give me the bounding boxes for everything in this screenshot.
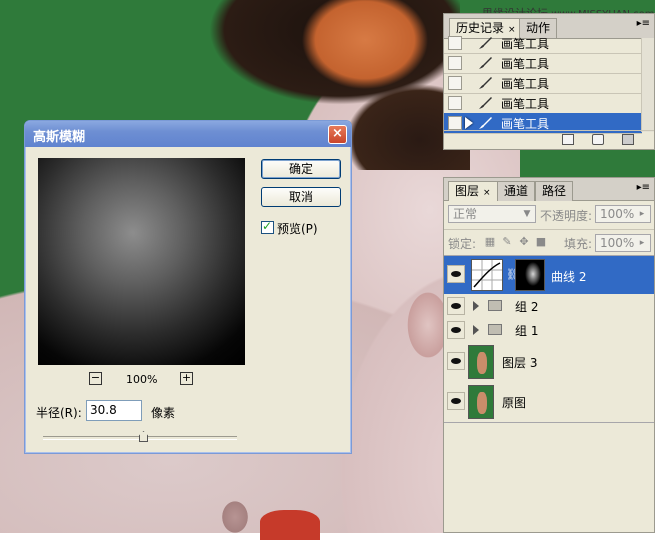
brush-icon	[479, 97, 492, 109]
dialog-title: 高斯模糊	[33, 130, 86, 145]
expand-triangle-icon[interactable]	[473, 301, 479, 311]
layer-name: 曲线 2	[551, 270, 587, 284]
panel-menu-icon[interactable]: ▸≡	[637, 183, 650, 193]
brush-icon	[479, 77, 492, 89]
opacity-label: 不透明度:	[540, 209, 593, 223]
expand-triangle-icon[interactable]	[473, 325, 479, 335]
brush-icon	[479, 57, 492, 69]
tab-layers[interactable]: 图层 ×	[448, 181, 498, 201]
new-document-icon[interactable]	[562, 134, 574, 145]
history-source-checkbox[interactable]	[448, 36, 462, 50]
cancel-button[interactable]: 取消	[261, 187, 341, 207]
panel-menu-icon[interactable]: ▸≡	[637, 19, 650, 29]
lock-move-icon[interactable]: ✥	[518, 236, 530, 248]
fill-label: 填充:	[564, 237, 593, 251]
history-state-marker[interactable]	[465, 117, 473, 129]
layer-row[interactable]: 组 1	[444, 318, 654, 343]
chevron-right-icon: ▸	[639, 209, 645, 219]
layer-row[interactable]: 原图	[444, 382, 654, 423]
history-scrollbar[interactable]	[641, 38, 654, 132]
history-panel: 历史记录 × 动作 ▸≡ 画笔工具 画笔工具 画笔工具 画笔工具 画笔工具	[443, 13, 655, 150]
camera-icon[interactable]	[592, 134, 604, 145]
layer-name: 组 1	[515, 324, 539, 338]
history-item[interactable]: 画笔工具	[444, 93, 642, 114]
eye-icon[interactable]	[447, 265, 465, 283]
history-source-checkbox[interactable]	[448, 116, 462, 130]
photo-red-cloth	[260, 510, 320, 540]
layers-panel: 图层 × 通道 路径 ▸≡ 正常 ▼ 不透明度: 100% ▸ 锁定: ▦ ✎ ✥…	[443, 177, 655, 533]
radius-label: 半径(R):	[36, 406, 82, 420]
fill-input[interactable]: 100% ▸	[595, 234, 651, 252]
radius-slider-thumb[interactable]	[139, 431, 148, 442]
zoom-level: 100%	[126, 373, 158, 386]
blur-preview[interactable]	[38, 158, 245, 365]
eye-icon[interactable]	[447, 392, 465, 410]
layer-thumbnail	[468, 345, 494, 379]
blend-mode-select[interactable]: 正常 ▼	[448, 205, 536, 223]
chevron-right-icon: ▸	[639, 238, 645, 248]
layer-name: 原图	[502, 396, 527, 410]
curves-adjustment-thumbnail	[471, 259, 503, 291]
lock-transparency-icon[interactable]: ▦	[484, 236, 496, 248]
history-list: 画笔工具 画笔工具 画笔工具 画笔工具 画笔工具	[444, 33, 642, 134]
layers-list: ⛓ 曲线 2 组 2 组 1 图层 3 原图	[444, 255, 654, 532]
lock-all-icon[interactable]: ■	[535, 236, 547, 248]
blend-row: 正常 ▼ 不透明度: 100% ▸	[444, 202, 654, 228]
brush-icon	[479, 37, 492, 49]
close-icon[interactable]: ×	[483, 188, 491, 198]
lock-row: 锁定: ▦ ✎ ✥ ■ 填充: 100% ▸	[444, 229, 654, 256]
preview-label[interactable]: 预览(P)	[277, 220, 318, 237]
layer-mask-thumbnail[interactable]	[515, 259, 545, 291]
close-button[interactable]: ×	[328, 125, 347, 144]
ok-button[interactable]: 确定	[261, 159, 341, 179]
history-item[interactable]: 画笔工具	[444, 53, 642, 74]
layer-name: 图层 3	[502, 356, 538, 370]
dialog-titlebar[interactable]: 高斯模糊 ×	[25, 121, 351, 147]
history-item[interactable]: 画笔工具	[444, 73, 642, 94]
brush-icon	[479, 117, 492, 129]
preview-checkbox[interactable]	[261, 219, 274, 234]
history-footer	[444, 130, 654, 149]
radius-input[interactable]: 30.8	[86, 400, 142, 421]
zoom-in-button[interactable]: +	[180, 372, 193, 385]
eye-icon[interactable]	[447, 352, 465, 370]
history-item[interactable]: 画笔工具	[444, 33, 642, 54]
lock-brush-icon[interactable]: ✎	[501, 236, 513, 248]
layer-row[interactable]: ⛓ 曲线 2	[444, 256, 654, 295]
gaussian-blur-dialog: 高斯模糊 × − 100% + 确定 取消 预览(P) 半径(R): 30.8 …	[24, 120, 352, 454]
trash-icon[interactable]	[622, 134, 634, 145]
photo-fingernail	[215, 495, 255, 540]
folder-icon	[488, 324, 502, 335]
layer-row[interactable]: 组 2	[444, 294, 654, 319]
history-source-checkbox[interactable]	[448, 56, 462, 70]
tab-paths[interactable]: 路径	[535, 181, 574, 201]
history-source-checkbox[interactable]	[448, 96, 462, 110]
chevron-down-icon: ▼	[523, 209, 531, 219]
layer-row[interactable]: 图层 3	[444, 342, 654, 383]
unit-label: 像素	[151, 406, 176, 420]
lock-label: 锁定:	[448, 237, 477, 251]
eye-icon[interactable]	[447, 297, 465, 315]
photo-glove	[280, 0, 450, 120]
zoom-out-button[interactable]: −	[89, 372, 102, 385]
folder-icon	[488, 300, 502, 311]
tab-channels[interactable]: 通道	[497, 181, 536, 201]
opacity-input[interactable]: 100% ▸	[595, 205, 651, 223]
layer-thumbnail	[468, 385, 494, 419]
layers-tabbar: 图层 × 通道 路径 ▸≡	[444, 178, 654, 201]
layer-name: 组 2	[515, 300, 539, 314]
history-source-checkbox[interactable]	[448, 76, 462, 90]
eye-icon[interactable]	[447, 321, 465, 339]
